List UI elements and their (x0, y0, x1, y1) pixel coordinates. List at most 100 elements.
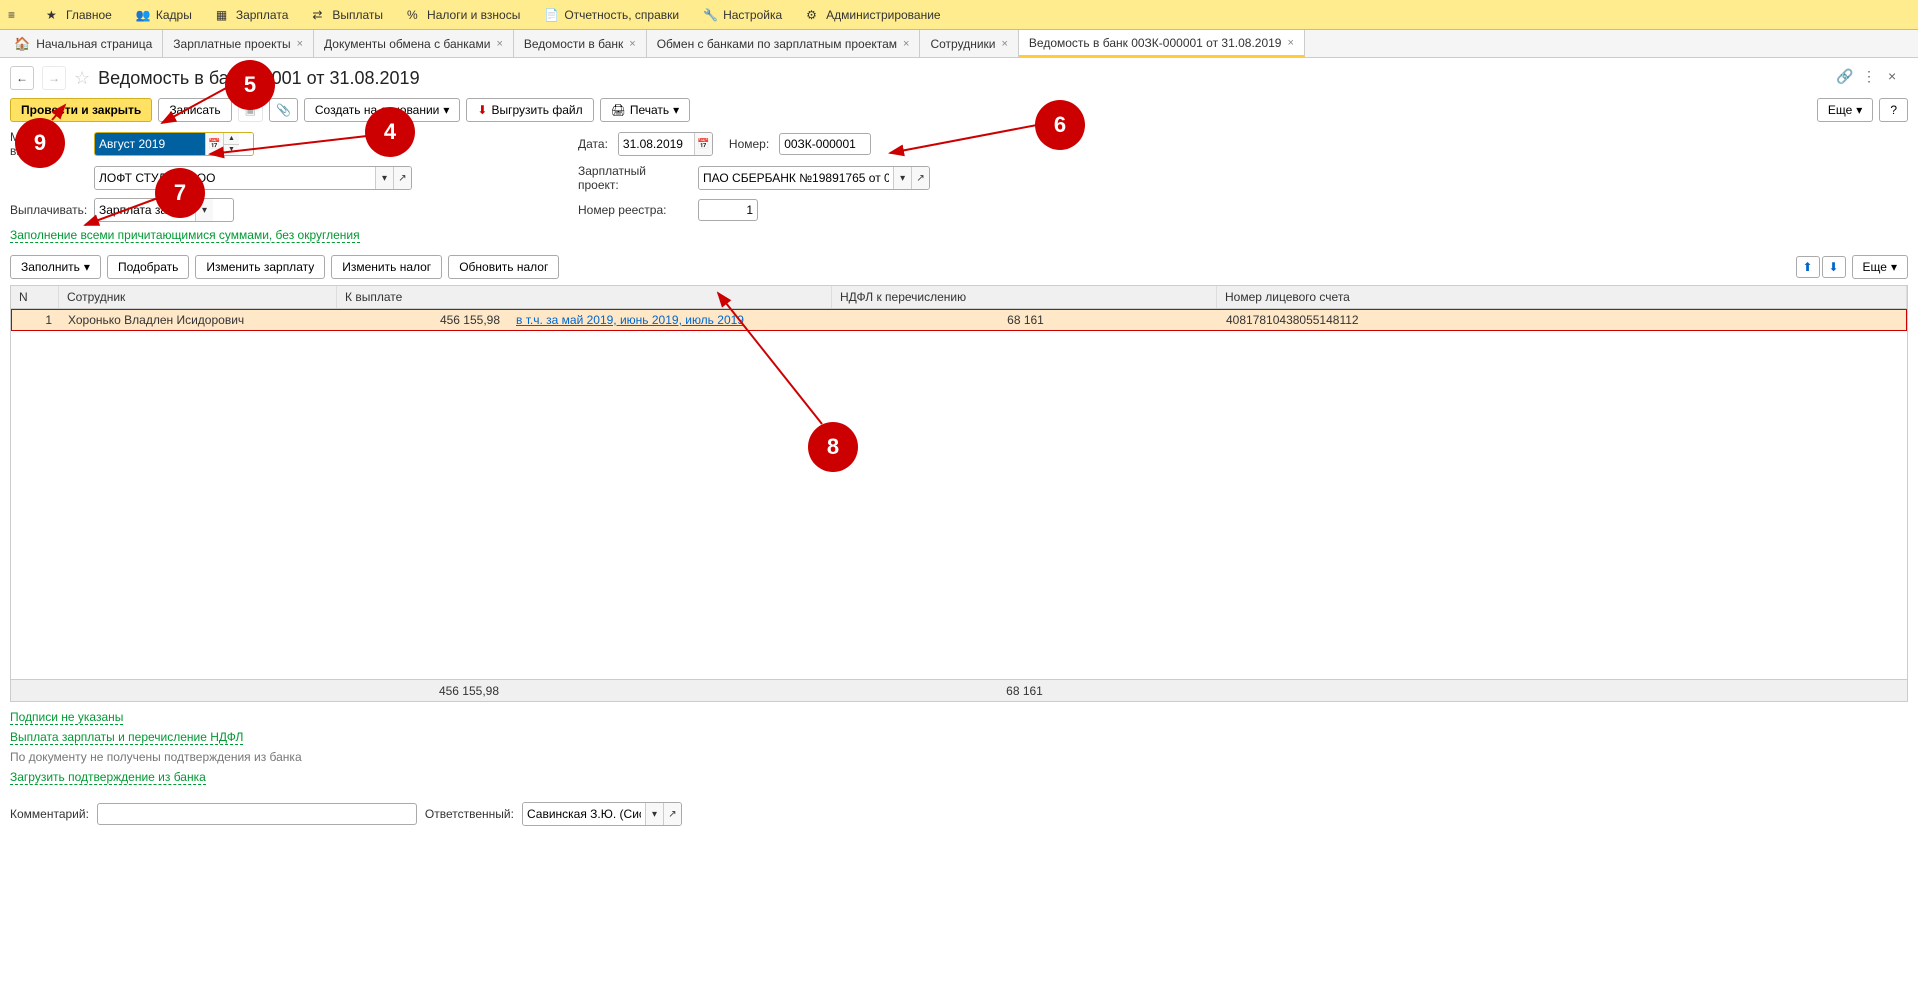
col-pay[interactable]: К выплате (337, 286, 832, 308)
table-more-label: Еще (1863, 260, 1887, 274)
month-spinner[interactable]: ▲▼ (223, 133, 239, 155)
open-icon[interactable]: ↗ (663, 803, 681, 825)
close-icon[interactable]: × (903, 38, 909, 50)
percent-icon: % (407, 8, 421, 22)
move-down-button[interactable]: ⬇ (1822, 256, 1846, 278)
close-icon[interactable]: × (496, 38, 502, 50)
nav-forward-button[interactable]: → (42, 66, 66, 90)
open-icon[interactable]: ↗ (393, 167, 411, 189)
arrows-icon: ⇄ (312, 8, 326, 22)
menu-taxes[interactable]: %Налоги и взносы (407, 8, 520, 22)
date-label: Дата: (578, 137, 608, 151)
menu-reports-label: Отчетность, справки (564, 8, 679, 22)
project-label: Зарплатный проект: (578, 164, 688, 192)
export-button[interactable]: ⬇ Выгрузить файл (466, 98, 593, 122)
doc-icon: 📄 (544, 8, 558, 22)
help-button[interactable]: ? (1879, 98, 1908, 122)
col-n[interactable]: N (11, 286, 59, 308)
month-input[interactable] (95, 133, 205, 155)
favorite-star-icon[interactable]: ☆ (74, 68, 90, 89)
print-button[interactable]: 🖨 Печать ▾ (600, 98, 691, 122)
more-button[interactable]: Еще ▾ (1817, 98, 1873, 122)
tab-bank-docs[interactable]: Документы обмена с банками × (314, 30, 514, 57)
close-icon[interactable]: × (629, 38, 635, 50)
close-icon[interactable]: × (297, 38, 303, 50)
tab-employees-label: Сотрудники (930, 37, 995, 51)
table-more-button[interactable]: Еще ▾ (1852, 255, 1908, 279)
tab-home[interactable]: 🏠Начальная страница (4, 30, 163, 57)
dropdown-icon[interactable]: ▾ (645, 803, 663, 825)
menu-salary[interactable]: ▦Зарплата (216, 8, 289, 22)
attach-button[interactable]: 📎 (269, 98, 298, 122)
col-account[interactable]: Номер лицевого счета (1217, 286, 1907, 308)
tab-current-label: Ведомость в банк 00ЗК-000001 от 31.08.20… (1029, 36, 1282, 50)
spinner-up-icon[interactable]: ▲ (224, 133, 239, 145)
open-icon[interactable]: ↗ (911, 167, 929, 189)
fill-label: Заполнить (21, 260, 80, 274)
date-input[interactable] (619, 133, 694, 155)
tab-exchange[interactable]: Обмен с банками по зарплатным проектам× (647, 30, 921, 57)
detail-link[interactable]: в т.ч. за май 2019, июнь 2019, июль 2019 (516, 313, 744, 327)
responsible-input[interactable] (523, 803, 645, 825)
nav-back-button[interactable]: ← (10, 66, 34, 90)
tab-employees[interactable]: Сотрудники × (920, 30, 1018, 57)
comment-input[interactable] (97, 803, 417, 825)
menu-admin[interactable]: ⚙Администрирование (806, 8, 940, 22)
footer-amount: 456 155,98 (337, 682, 507, 700)
tab-current[interactable]: Ведомость в банк 00ЗК-000001 от 31.08.20… (1019, 30, 1305, 57)
link-icon[interactable]: 🔗 (1836, 68, 1856, 88)
col-ndfl[interactable]: НДФЛ к перечислению (832, 286, 1217, 308)
calendar-icon[interactable]: 📅 (694, 133, 712, 155)
project-input[interactable] (699, 167, 893, 189)
cell-ndfl: 68 161 (833, 311, 1218, 329)
payment-link[interactable]: Выплата зарплаты и перечисление НДФЛ (10, 730, 243, 745)
pick-button[interactable]: Подобрать (107, 255, 189, 279)
menu-payments[interactable]: ⇄Выплаты (312, 8, 383, 22)
annotation-9: 9 (15, 118, 65, 168)
table-empty-area (11, 331, 1907, 679)
spinner-down-icon[interactable]: ▼ (224, 145, 239, 156)
comment-label: Комментарий: (10, 807, 89, 821)
calendar-icon[interactable]: 📅 (205, 133, 223, 155)
save-button[interactable]: Записать (158, 98, 231, 122)
close-icon[interactable]: × (1287, 37, 1293, 49)
page-header: ← → ☆ Ведомость в банк 00001 от 31.08.20… (0, 58, 1918, 94)
tab-bank-docs-label: Документы обмена с банками (324, 37, 490, 51)
menu-main[interactable]: ★Главное (46, 8, 112, 22)
dropdown-icon[interactable]: ▾ (893, 167, 911, 189)
org-input[interactable] (95, 167, 375, 189)
footer-ndfl: 68 161 (832, 682, 1217, 700)
menu-burger[interactable]: ≡ (8, 8, 22, 22)
close-window-icon[interactable]: × (1888, 68, 1908, 88)
org-input-group: ▾ ↗ (94, 166, 412, 190)
chevron-down-icon: ▾ (1891, 260, 1897, 274)
change-tax-button[interactable]: Изменить налог (331, 255, 442, 279)
load-confirm-link[interactable]: Загрузить подтверждение из банка (10, 770, 206, 785)
number-input[interactable] (779, 133, 871, 155)
menu-personnel[interactable]: 👥Кадры (136, 8, 192, 22)
table-row[interactable]: 1 Хоронько Владлен Исидорович 456 155,98… (11, 309, 1907, 331)
move-up-button[interactable]: ⬆ (1796, 256, 1820, 278)
fill-options-link[interactable]: Заполнение всеми причитающимися суммами,… (10, 228, 360, 243)
annotation-6: 6 (1035, 100, 1085, 150)
dropdown-icon[interactable]: ▾ (375, 167, 393, 189)
tab-projects[interactable]: Зарплатные проекты× (163, 30, 314, 57)
tab-statements[interactable]: Ведомости в банк× (514, 30, 647, 57)
update-tax-button[interactable]: Обновить налог (448, 255, 559, 279)
cell-account: 40817810438055148112 (1218, 311, 1906, 329)
signatures-link[interactable]: Подписи не указаны (10, 710, 123, 725)
table-header: N Сотрудник К выплате НДФЛ к перечислени… (11, 286, 1907, 309)
col-employee[interactable]: Сотрудник (59, 286, 337, 308)
menu-reports[interactable]: 📄 Отчетность, справки (544, 8, 679, 22)
kebab-icon[interactable]: ⋮ (1862, 68, 1882, 88)
table-icon: ▦ (216, 8, 230, 22)
menu-settings[interactable]: 🔧Настройка (703, 8, 782, 22)
number-label: Номер: (729, 137, 769, 151)
close-icon[interactable]: × (1001, 38, 1007, 50)
registry-input[interactable] (698, 199, 758, 221)
fill-button[interactable]: Заполнить ▾ (10, 255, 101, 279)
annotation-8: 8 (808, 422, 858, 472)
no-confirm-text: По документу не получены подтверждения и… (10, 750, 1908, 764)
change-salary-button[interactable]: Изменить зарплату (195, 255, 325, 279)
main-menubar: ≡ ★Главное 👥Кадры ▦Зарплата ⇄Выплаты %На… (0, 0, 1918, 30)
